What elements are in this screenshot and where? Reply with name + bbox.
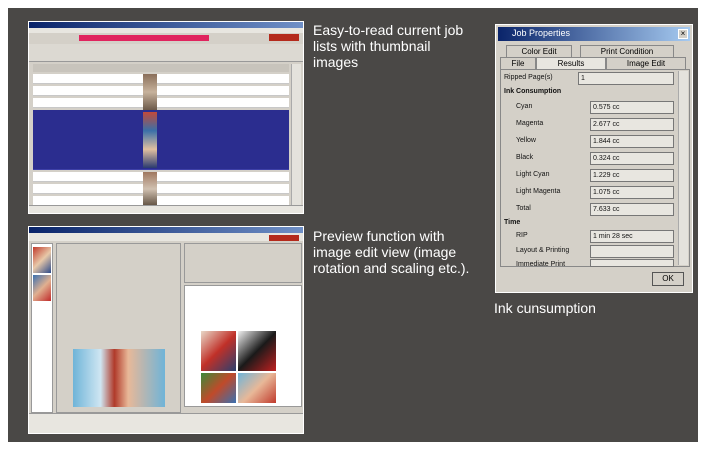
ripped-pages-field: 1: [578, 72, 674, 85]
tab-color-edit[interactable]: Color Edit: [506, 45, 572, 57]
job-thumbnail: [143, 172, 157, 206]
ok-button[interactable]: OK: [652, 272, 684, 286]
job-list-screenshot: [28, 21, 304, 214]
edit-view-header: [184, 243, 302, 283]
layout-image: [201, 373, 236, 403]
tab-results[interactable]: Results: [536, 57, 606, 69]
table-row[interactable]: [33, 184, 289, 194]
ripped-pages-label: Ripped Page(s): [504, 74, 553, 81]
ink-value-total: 7.633 cc: [590, 203, 674, 216]
ink-label-light-cyan: Light Cyan: [516, 171, 550, 178]
ink-label-yellow: Yellow: [516, 137, 536, 144]
time-label-layout-printing: Layout & Printing: [516, 247, 570, 254]
close-icon[interactable]: ×: [678, 29, 688, 39]
dialog-titlebar: Job Properties ×: [498, 27, 690, 41]
time-value-rip: 1 min 28 sec: [590, 230, 674, 243]
layout-image: [238, 331, 276, 371]
job-list-header: [33, 64, 289, 72]
ink-consumption-header: Ink Consumption: [504, 88, 562, 95]
ink-label-magenta: Magenta: [516, 120, 544, 127]
job-thumbnail: [143, 112, 157, 168]
job-list-toolbar: [29, 44, 303, 62]
preview-edit-image: [73, 349, 165, 407]
layout-image: [201, 331, 236, 371]
dialog-title: Job Properties: [512, 28, 571, 38]
ink-value-magenta: 2.677 cc: [590, 118, 674, 131]
job-list-logo: [269, 34, 299, 41]
table-row-selected[interactable]: [33, 110, 289, 170]
properties-scrollbar[interactable]: [678, 71, 688, 265]
ink-label-cyan: Cyan: [516, 103, 533, 110]
job-list-caption: Easy-to-read current job lists with thum…: [313, 22, 464, 70]
ink-value-cyan: 0.575 cc: [590, 101, 674, 114]
preview-menubar: [29, 233, 303, 241]
tab-print-condition[interactable]: Print Condition: [580, 45, 674, 57]
tab-image-edit[interactable]: Image Edit: [606, 57, 686, 69]
ink-value-yellow: 1.844 cc: [590, 135, 674, 148]
preview-caption: Preview function with image edit view (i…: [313, 228, 470, 276]
table-row[interactable]: [33, 86, 289, 96]
preview-screenshot: [28, 226, 304, 434]
time-value-immediate-print: [590, 259, 674, 267]
ink-label-light-magenta: Light Magenta: [516, 188, 561, 195]
ink-caption: Ink cunsumption: [494, 300, 596, 316]
job-list-scrollbar[interactable]: [291, 64, 301, 206]
table-row[interactable]: [33, 172, 289, 182]
preview-logo: [269, 235, 299, 241]
preview-thumbnail: [33, 247, 51, 273]
preview-statusbar: [29, 413, 303, 433]
ink-value-black: 0.324 cc: [590, 152, 674, 165]
tab-file[interactable]: File: [500, 57, 536, 69]
job-list-menubar: [29, 28, 303, 33]
job-properties-dialog: Job Properties × Color Edit Print Condit…: [495, 24, 693, 293]
table-row[interactable]: [33, 98, 289, 108]
job-progress-bar: [79, 35, 209, 41]
ink-label-total: Total: [516, 205, 531, 212]
layout-image: [238, 373, 276, 403]
job-thumbnail: [143, 74, 157, 110]
table-row[interactable]: [33, 74, 289, 84]
time-value-layout-printing: [590, 245, 674, 258]
time-header: Time: [504, 219, 521, 226]
time-label-immediate-print: Immediate Print: [516, 261, 566, 268]
ink-value-light-cyan: 1.229 cc: [590, 169, 674, 182]
time-label-rip: RIP: [516, 232, 528, 239]
preview-thumbnail: [33, 275, 51, 301]
dark-background-panel: Easy-to-read current job lists with thum…: [8, 8, 698, 442]
ink-value-light-magenta: 1.075 cc: [590, 186, 674, 199]
ink-label-black: Black: [516, 154, 534, 161]
job-list-statusbar: [29, 205, 303, 213]
